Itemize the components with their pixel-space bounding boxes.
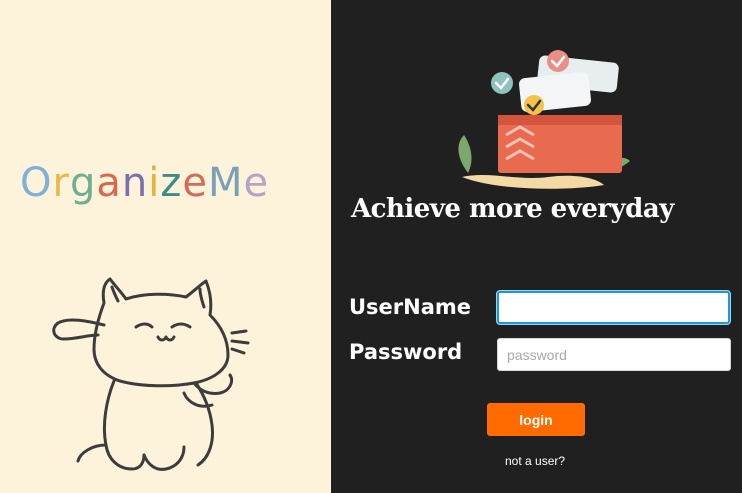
cat-illustration-icon — [52, 277, 250, 471]
password-label: Password — [349, 340, 463, 364]
brand-panel: OrganizeMe — [0, 0, 331, 493]
todo-box-illustration-icon — [458, 50, 630, 189]
password-input[interactable] — [497, 338, 731, 371]
brand-logo-letter: i — [148, 160, 161, 206]
brand-logo-letter: O — [20, 160, 53, 206]
brand-logo-letter: z — [160, 160, 183, 206]
brand-logo-letter: e — [182, 160, 208, 206]
brand-logo-letter: n — [121, 160, 149, 206]
signup-link[interactable]: not a user? — [505, 454, 565, 468]
username-label: UserName — [349, 295, 472, 319]
tagline: Achieve more everyday — [351, 194, 674, 224]
login-panel: Achieve more everyday UserName Password … — [331, 0, 742, 493]
brand-logo: OrganizeMe — [20, 160, 269, 206]
login-button[interactable]: login — [487, 403, 585, 436]
brand-logo-letter: g — [69, 160, 97, 206]
brand-logo-letter: r — [52, 160, 70, 206]
username-input[interactable] — [497, 291, 730, 324]
brand-logo-letter: a — [96, 160, 122, 206]
brand-logo-letter: M — [207, 160, 244, 206]
brand-logo-letter: e — [243, 160, 270, 206]
